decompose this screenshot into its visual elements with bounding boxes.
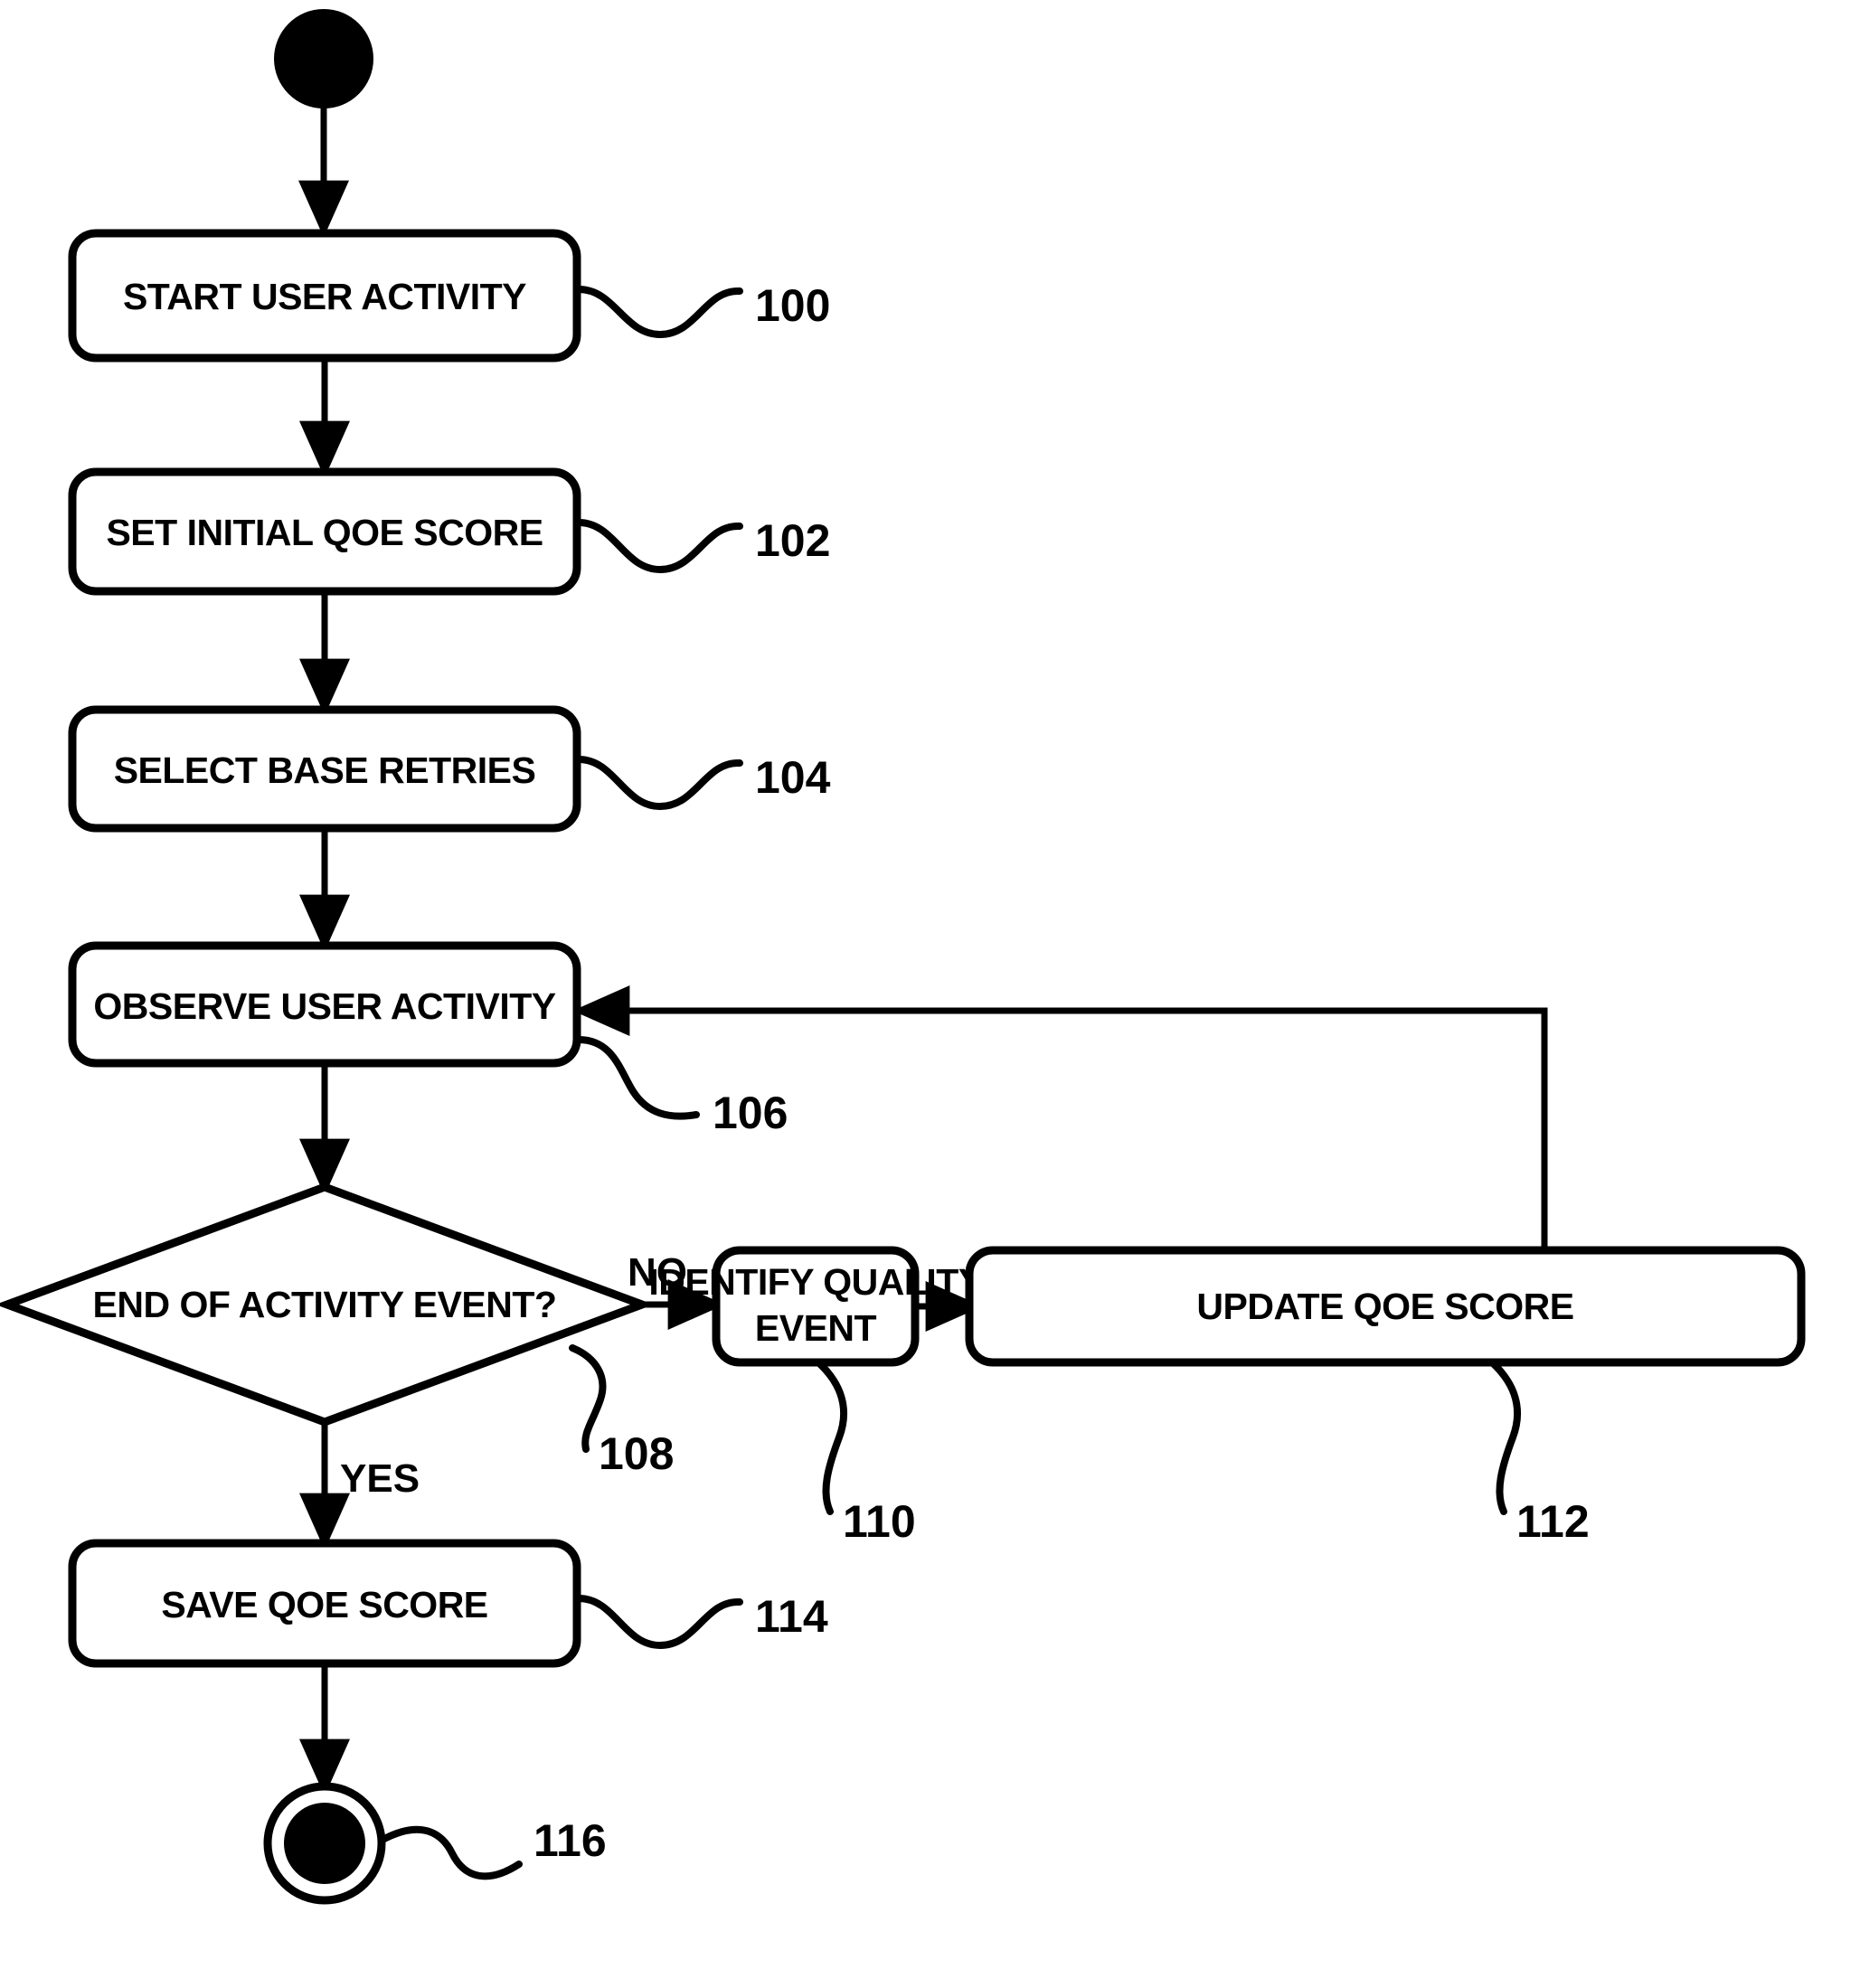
node-label-update-qoe-score: UPDATE QOE SCORE [1196, 1286, 1573, 1327]
leader-line-114 [575, 1595, 743, 1650]
leader-line-106 [575, 1036, 700, 1120]
leader-line-116 [381, 1825, 523, 1880]
leader-line-110 [815, 1359, 848, 1515]
ref-number-114: 114 [755, 1591, 828, 1642]
ref-number-102: 102 [755, 515, 830, 566]
node-label-identify-quality-event-line1: IDENTIFY QUALITY [648, 1261, 983, 1303]
end-node [284, 1803, 365, 1884]
flowchart-canvas: START USER ACTIVITY 100 SET INITIAL QOE … [0, 0, 1860, 1988]
node-label-set-initial-qoe-score: SET INITIAL QOE SCORE [106, 512, 543, 553]
node-label-observe-user-activity: OBSERVE USER ACTIVITY [93, 985, 555, 1027]
node-label-start-user-activity: START USER ACTIVITY [123, 276, 526, 317]
ref-number-104: 104 [755, 752, 831, 803]
node-label-end-of-activity-event: END OF ACTIVITY EVENT? [93, 1284, 557, 1325]
node-label-select-base-retries: SELECT BASE RETRIES [114, 749, 536, 791]
branch-label-yes: YES [340, 1456, 420, 1501]
leader-line-100 [575, 286, 743, 339]
leader-line-104 [575, 756, 743, 811]
ref-number-100: 100 [755, 280, 830, 331]
ref-number-110: 110 [843, 1496, 916, 1547]
ref-number-106: 106 [713, 1088, 788, 1138]
ref-number-112: 112 [1516, 1496, 1590, 1547]
leader-line-102 [575, 519, 743, 574]
flowchart-svg: START USER ACTIVITY 100 SET INITIAL QOE … [0, 9, 1806, 1905]
leader-line-112 [1488, 1359, 1522, 1515]
start-node [274, 9, 373, 108]
node-label-identify-quality-event-line2: EVENT [755, 1307, 877, 1349]
node-label-save-qoe-score: SAVE QOE SCORE [161, 1584, 487, 1625]
ref-number-108: 108 [599, 1428, 674, 1479]
ref-number-116: 116 [533, 1815, 607, 1866]
